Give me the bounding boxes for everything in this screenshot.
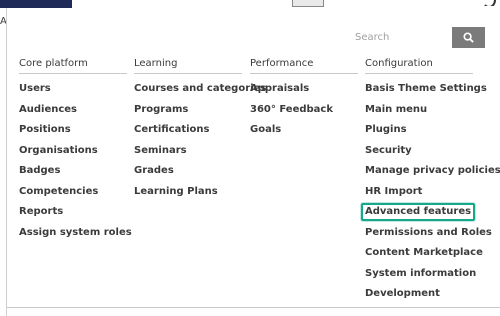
column-learning: Learning Courses and categories Programs… (134, 58, 266, 202)
menu-item-security[interactable]: Security (365, 141, 500, 162)
menu-link[interactable]: Badges (19, 165, 60, 176)
menu-link[interactable]: System information (365, 268, 476, 279)
column-core-platform: Core platform Users Audiences Positions … (19, 58, 132, 243)
column-heading: Configuration (365, 58, 473, 74)
menu-link[interactable]: Certifications (134, 124, 210, 135)
column-performance: Performance Appraisals 360° Feedback Goa… (250, 58, 358, 141)
menu-link[interactable]: Positions (19, 124, 71, 135)
menu-item-certifications[interactable]: Certifications (134, 120, 266, 141)
menu-item-reports[interactable]: Reports (19, 202, 132, 223)
menu-item-seminars[interactable]: Seminars (134, 141, 266, 162)
menu-item-content-marketplace[interactable]: Content Marketplace (365, 243, 500, 264)
menu-item-development[interactable]: Development (365, 284, 500, 305)
menu-item-hr-import[interactable]: HR Import (365, 182, 500, 203)
menu-item-assign-system-roles[interactable]: Assign system roles (19, 223, 132, 244)
menu-link[interactable]: Reports (19, 206, 63, 217)
menu-item-goals[interactable]: Goals (250, 120, 358, 141)
menu-item-plugins[interactable]: Plugins (365, 120, 500, 141)
menu-link-highlighted[interactable]: Advanced features (361, 203, 476, 221)
menu-link[interactable]: Plugins (365, 124, 407, 135)
search-icon (463, 32, 474, 43)
column-heading: Learning (134, 58, 242, 74)
logo-fragment-icon (476, 0, 498, 6)
menu-link[interactable]: Learning Plans (134, 186, 218, 197)
menu-item-manage-privacy-policies[interactable]: Manage privacy policies (365, 161, 500, 182)
divider (7, 307, 500, 308)
brand-bar (0, 0, 72, 8)
menu-item-main-menu[interactable]: Main menu (365, 100, 500, 121)
menu-list: Courses and categories Programs Certific… (134, 79, 266, 202)
nav-tab-active[interactable] (292, 0, 324, 7)
menu-item-badges[interactable]: Badges (19, 161, 132, 182)
menu-list: Basis Theme Settings Main menu Plugins S… (361, 79, 500, 305)
top-navigation-bar (0, 0, 500, 8)
column-heading: Core platform (19, 58, 127, 74)
menu-link[interactable]: Users (19, 83, 51, 94)
menu-link[interactable]: Permissions and Roles (365, 227, 492, 238)
menu-list: Appraisals 360° Feedback Goals (250, 79, 358, 141)
menu-item-advanced-features[interactable]: Advanced features (361, 202, 500, 223)
menu-link[interactable]: Content Marketplace (365, 247, 483, 258)
menu-link[interactable]: Programs (134, 104, 188, 115)
menu-link[interactable]: Security (365, 145, 412, 156)
column-heading: Performance (250, 58, 358, 74)
menu-item-organisations[interactable]: Organisations (19, 141, 132, 162)
search-button[interactable] (452, 27, 485, 48)
menu-link[interactable]: Courses and categories (134, 83, 266, 94)
menu-link[interactable]: Competencies (19, 186, 98, 197)
admin-menu-dropdown: Core platform Users Audiences Positions … (6, 8, 500, 316)
menu-item-360-feedback[interactable]: 360° Feedback (250, 100, 358, 121)
menu-item-positions[interactable]: Positions (19, 120, 132, 141)
menu-item-system-information[interactable]: System information (365, 264, 500, 285)
menu-link[interactable]: Basis Theme Settings (365, 83, 487, 94)
menu-link[interactable]: Grades (134, 165, 174, 176)
menu-link[interactable]: HR Import (365, 186, 422, 197)
menu-item-users[interactable]: Users (19, 79, 132, 100)
search-input[interactable] (347, 27, 452, 48)
menu-item-audiences[interactable]: Audiences (19, 100, 132, 121)
menu-link[interactable]: Assign system roles (19, 227, 132, 238)
menu-link[interactable]: Manage privacy policies (365, 165, 500, 176)
column-configuration: Configuration Basis Theme Settings Main … (361, 58, 500, 305)
menu-item-basis-theme-settings[interactable]: Basis Theme Settings (365, 79, 500, 100)
menu-link[interactable]: Audiences (19, 104, 77, 115)
menu-item-competencies[interactable]: Competencies (19, 182, 132, 203)
menu-item-programs[interactable]: Programs (134, 100, 266, 121)
menu-link[interactable]: Organisations (19, 145, 98, 156)
menu-item-permissions-and-roles[interactable]: Permissions and Roles (365, 223, 500, 244)
menu-item-appraisals[interactable]: Appraisals (250, 79, 358, 100)
menu-link[interactable]: Appraisals (250, 83, 309, 94)
menu-link[interactable]: Development (365, 288, 440, 299)
menu-item-grades[interactable]: Grades (134, 161, 266, 182)
menu-item-learning-plans[interactable]: Learning Plans (134, 182, 266, 203)
menu-link[interactable]: Main menu (365, 104, 427, 115)
menu-item-courses-and-categories[interactable]: Courses and categories (134, 79, 266, 100)
menu-link[interactable]: Goals (250, 124, 281, 135)
menu-list: Users Audiences Positions Organisations … (19, 79, 132, 243)
menu-link[interactable]: 360° Feedback (250, 104, 333, 115)
menu-link[interactable]: Seminars (134, 145, 187, 156)
